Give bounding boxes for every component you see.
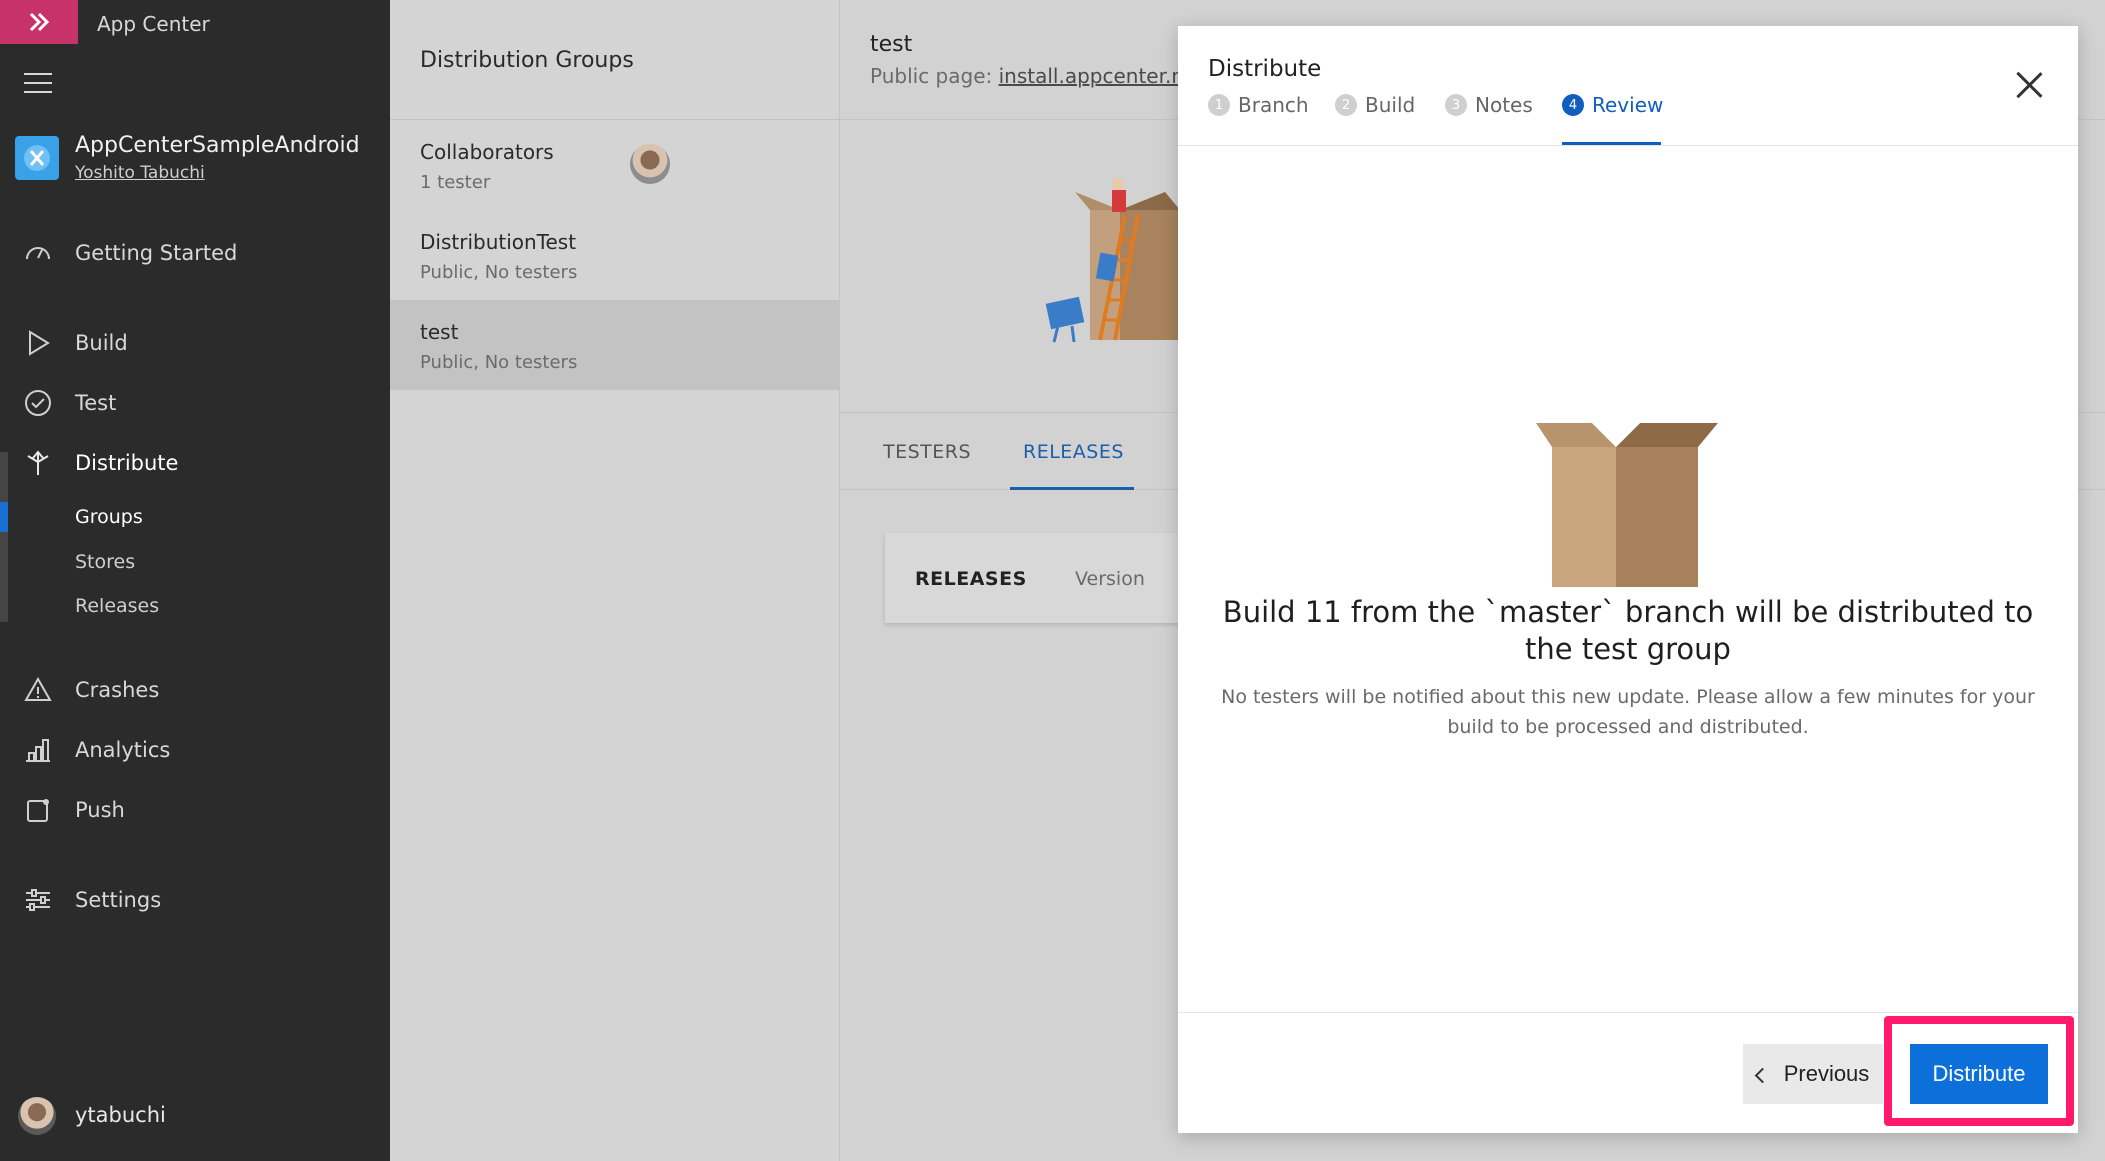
speedometer-icon bbox=[20, 235, 56, 271]
group-subtitle: Public, No testers bbox=[420, 352, 578, 373]
distribute-button[interactable]: Distribute bbox=[1910, 1044, 2048, 1104]
avatar[interactable] bbox=[18, 1097, 56, 1135]
step-number: 3 bbox=[1445, 94, 1467, 116]
brand-name: App Center bbox=[97, 12, 210, 36]
group-name: Collaborators bbox=[420, 140, 554, 164]
group-row-collaborators[interactable]: Collaborators 1 tester bbox=[390, 120, 840, 210]
app-name[interactable]: AppCenterSampleAndroid bbox=[75, 133, 360, 158]
previous-label: Previous bbox=[1783, 1061, 1870, 1086]
public-page-label: Public page: bbox=[870, 64, 999, 88]
nav-getting-started[interactable]: Getting Started bbox=[0, 230, 390, 276]
distribute-dialog: Distribute 1 Branch 2 Build 3 Notes 4 Re… bbox=[1178, 26, 2078, 1133]
groups-list-panel: Distribution Groups Collaborators 1 test… bbox=[390, 0, 840, 1161]
play-icon bbox=[20, 325, 56, 361]
group-subtitle: 1 tester bbox=[420, 172, 491, 193]
step-number: 1 bbox=[1208, 94, 1230, 116]
sidebar: App Center AppCenterSampleAndroid Yoshit… bbox=[0, 0, 390, 1161]
nav-distribute[interactable]: Distribute bbox=[0, 440, 390, 486]
chevron-left-icon bbox=[1754, 1067, 1770, 1083]
step-branch[interactable]: 1 Branch bbox=[1208, 93, 1309, 117]
push-notification-icon bbox=[20, 792, 56, 828]
active-indicator bbox=[0, 502, 8, 532]
step-label: Branch bbox=[1238, 93, 1309, 117]
nav-sub-stores[interactable]: Stores bbox=[75, 551, 135, 573]
check-circle-icon bbox=[20, 385, 56, 421]
groups-title: Distribution Groups bbox=[420, 48, 634, 73]
user-name[interactable]: ytabuchi bbox=[75, 1103, 166, 1127]
nav-label: Settings bbox=[75, 888, 162, 912]
nav-label: Analytics bbox=[75, 738, 171, 762]
nav-label: Getting Started bbox=[75, 241, 238, 265]
nav-sub-releases[interactable]: Releases bbox=[75, 595, 159, 617]
bar-chart-icon bbox=[20, 732, 56, 768]
public-page-link[interactable]: install.appcenter.ms/ bbox=[999, 64, 1208, 88]
warning-triangle-icon bbox=[20, 672, 56, 708]
review-description: No testers will be notified about this n… bbox=[1221, 686, 2035, 738]
nav-test[interactable]: Test bbox=[0, 380, 390, 426]
distribute-arrows-icon bbox=[20, 445, 56, 481]
step-label: Notes bbox=[1475, 93, 1533, 117]
nav-sub-groups[interactable]: Groups bbox=[75, 506, 143, 528]
nav-label: Test bbox=[75, 391, 117, 415]
tab-releases[interactable]: RELEASES bbox=[1023, 441, 1124, 463]
avatar bbox=[630, 144, 670, 184]
step-build[interactable]: 2 Build bbox=[1335, 93, 1415, 117]
divider bbox=[1178, 1012, 2078, 1013]
public-page: Public page: install.appcenter.ms/ bbox=[870, 64, 1208, 88]
nav-label: Distribute bbox=[75, 451, 179, 475]
nav-crashes[interactable]: Crashes bbox=[0, 667, 390, 713]
nav-label: Build bbox=[75, 331, 128, 355]
user-profile[interactable]: ytabuchi bbox=[18, 1097, 166, 1135]
step-label: Review bbox=[1592, 93, 1664, 117]
previous-button[interactable]: Previous bbox=[1743, 1044, 1883, 1104]
group-subtitle: Public, No testers bbox=[420, 262, 578, 283]
group-name: DistributionTest bbox=[420, 230, 577, 254]
review-headline: Build 11 from the `master` branch will b… bbox=[1222, 595, 2034, 666]
group-row-test[interactable]: test Public, No testers bbox=[390, 300, 840, 390]
app-avatar[interactable] bbox=[15, 136, 59, 180]
nav-settings[interactable]: Settings bbox=[0, 877, 390, 923]
divider bbox=[1178, 145, 2078, 146]
app-owner-link[interactable]: Yoshito Tabuchi bbox=[75, 163, 205, 183]
group-row-distributiontest[interactable]: DistributionTest Public, No testers bbox=[390, 210, 840, 300]
nav-label: Push bbox=[75, 798, 125, 822]
nav-label: Crashes bbox=[75, 678, 160, 702]
releases-column-label[interactable]: RELEASES bbox=[915, 568, 1027, 590]
tab-underline bbox=[1010, 487, 1134, 490]
app-center-logo-icon[interactable] bbox=[0, 0, 78, 44]
nav-build[interactable]: Build bbox=[0, 320, 390, 366]
box-illustration bbox=[1536, 423, 1718, 587]
nav-analytics[interactable]: Analytics bbox=[0, 727, 390, 773]
dialog-title: Distribute bbox=[1208, 56, 1322, 82]
version-column-label[interactable]: Version bbox=[1075, 568, 1145, 590]
step-number: 4 bbox=[1562, 94, 1584, 116]
nav-push[interactable]: Push bbox=[0, 787, 390, 833]
page-title: test bbox=[870, 32, 913, 57]
sliders-icon bbox=[20, 882, 56, 918]
step-notes[interactable]: 3 Notes bbox=[1445, 93, 1533, 117]
menu-icon[interactable] bbox=[24, 73, 52, 93]
close-icon[interactable] bbox=[2014, 70, 2044, 100]
brand-bar: App Center bbox=[0, 0, 390, 50]
tab-testers[interactable]: TESTERS bbox=[883, 441, 971, 463]
step-number: 2 bbox=[1335, 94, 1357, 116]
step-review[interactable]: 4 Review bbox=[1562, 93, 1663, 117]
step-label: Build bbox=[1365, 93, 1416, 117]
group-name: test bbox=[420, 320, 459, 344]
